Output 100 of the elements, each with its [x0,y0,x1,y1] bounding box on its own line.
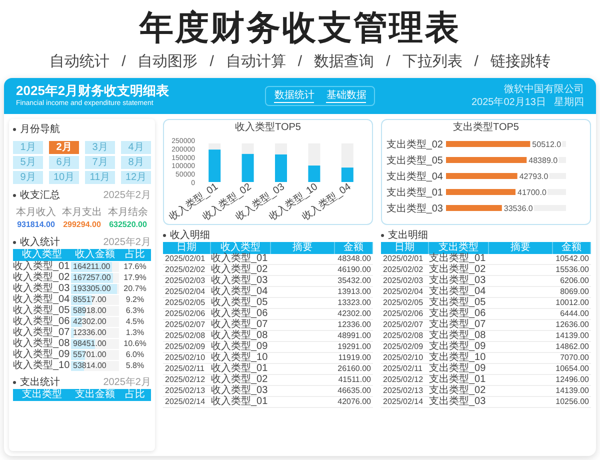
type-cell-text: 收入类型_03 [211,276,269,286]
type-cell-text: 收入类型_01 [211,397,269,407]
month-button[interactable]: 11月 [85,171,115,184]
share-cell-text: 17.6% [122,262,148,272]
category-label: 支出类型_04 [386,172,443,182]
date-cell-text: 2025/02/02 [164,265,206,275]
feature-label: 链接跳转 [490,52,550,72]
date-cell-text: 2025/02/06 [164,309,206,319]
amount-cell-text: 13323.00 [336,298,372,308]
month-button[interactable]: 10月 [49,171,79,184]
date-cell-text: 2025/02/07 [164,320,206,330]
amount-cell-text: 48348.00 [336,254,372,264]
type-cell: 收入类型_02 [13,272,71,282]
month-button[interactable]: 2月 [49,141,79,154]
share-cell-text: 4.5% [124,316,146,326]
share-cell-text: 6.0% [124,350,146,360]
month-button[interactable]: 6月 [49,156,79,169]
amount-cell-text: 10012.00 [554,298,590,308]
bar [208,150,221,182]
month-button[interactable]: 9月 [13,171,43,184]
separator: / [122,52,126,72]
type-cell-text: 支出类型_09 [429,364,487,374]
month-button[interactable]: 5月 [13,156,43,169]
amount-text: 98451.00 [72,338,108,348]
bar [242,154,254,182]
month-button[interactable]: 1月 [13,141,43,154]
column-header: 日期 [163,242,211,254]
date-cell-text: 2025/02/11 [164,364,206,374]
month-button[interactable]: 12月 [121,171,151,184]
column-header: 摘要 [271,242,335,254]
column-header: 支出金额 [74,389,116,401]
date-cell-text: 2025/02/09 [164,342,206,352]
month-button[interactable]: 7月 [85,156,115,169]
type-cell: 收入类型_01 [13,262,71,272]
share-cell-text: 5.8% [124,360,146,370]
amount-cell-text: 6206.00 [559,276,590,286]
amount-cell-text: 11919.00 [337,353,372,363]
summary-label: 本月结余 [107,207,149,219]
bar [446,173,518,179]
section-title: 收入明细 [170,229,210,242]
type-cell-text: 收入类型_07 [211,320,269,330]
share-cell-text: 10.6% [122,338,148,348]
amount-cell-text: 15536.00 [554,265,590,275]
column-header: 收入类型 [211,242,271,254]
bar [446,205,502,211]
amount-cell-text: 10256.00 [554,397,590,407]
share-cell-text: 1.3% [124,328,146,338]
summary-value: 299294.00 [62,219,102,231]
weekday: 星期四 [554,96,584,109]
date-cell-text: 2025/02/08 [164,331,206,341]
section-title: 支出统计 [20,376,60,389]
category-label: 支出类型_02 [386,140,443,150]
feature-label: 数据查询 [314,52,374,72]
share-cell-text: 17.9% [122,272,148,282]
value-label: 50512.0 [532,140,562,149]
month-button[interactable]: 8月 [121,156,151,169]
separator: / [298,52,302,72]
amount-cell-text: 46190.00 [336,265,372,275]
date-cell-text: 2025/02/02 [382,265,424,275]
amount-cell-text: 42076.00 [336,397,372,407]
month-button[interactable]: 3月 [85,141,115,154]
amount-text: 53814.00 [72,360,108,370]
report-date: 2025年02月13日 [472,96,546,109]
amount-cell-text: 14139.00 [554,386,590,396]
nav-tab[interactable]: 数据统计 [274,89,314,103]
bar [446,189,516,195]
chart-title: 收入类型TOP5 [234,122,302,134]
nav-tab[interactable]: 基础数据 [326,89,366,103]
chart-title: 支出类型TOP5 [452,122,520,134]
column-header: 收入金额 [74,249,116,261]
amount-cell-text: 14862.00 [554,342,590,352]
amount-text: 167257.00 [72,272,112,282]
company-name: 微软中国有限公司 [504,83,584,96]
type-cell-text: 收入类型_10 [211,353,269,363]
type-cell: 收入类型_03 [13,284,71,294]
date-cell-text: 2025/02/13 [164,386,206,396]
date-cell-text: 2025/02/14 [382,397,424,407]
month-button[interactable]: 4月 [121,141,151,154]
type-cell: 收入类型_06 [13,316,71,326]
type-cell-text: 收入类型_04 [211,287,269,297]
section-title: 支出明细 [388,229,428,242]
date-cell-text: 2025/02/08 [382,331,424,341]
column-header: 金额 [335,242,373,254]
type-cell: 收入类型_05 [13,306,71,316]
summary-value: 931814.00 [16,219,56,231]
summary-label: 本月支出 [61,207,103,219]
date-cell-text: 2025/02/10 [382,353,424,363]
section-period: 2025年2月 [103,189,151,202]
type-cell-text: 收入类型_03 [211,386,269,396]
value-label: 33536.0 [504,204,533,213]
type-cell: 收入类型_10 [13,360,71,370]
section-title: 收入统计 [20,236,60,249]
date-cell-text: 2025/02/10 [164,353,206,363]
type-cell-text: 支出类型_04 [429,287,487,297]
type-cell: 收入类型_08 [13,338,71,348]
section-title: 月份导航 [20,123,60,136]
date-cell-text: 2025/02/06 [382,309,424,319]
type-cell-text: 支出类型_02 [429,265,487,275]
type-cell-text: 支出类型_01 [429,254,487,264]
section-period: 2025年2月 [103,236,151,249]
